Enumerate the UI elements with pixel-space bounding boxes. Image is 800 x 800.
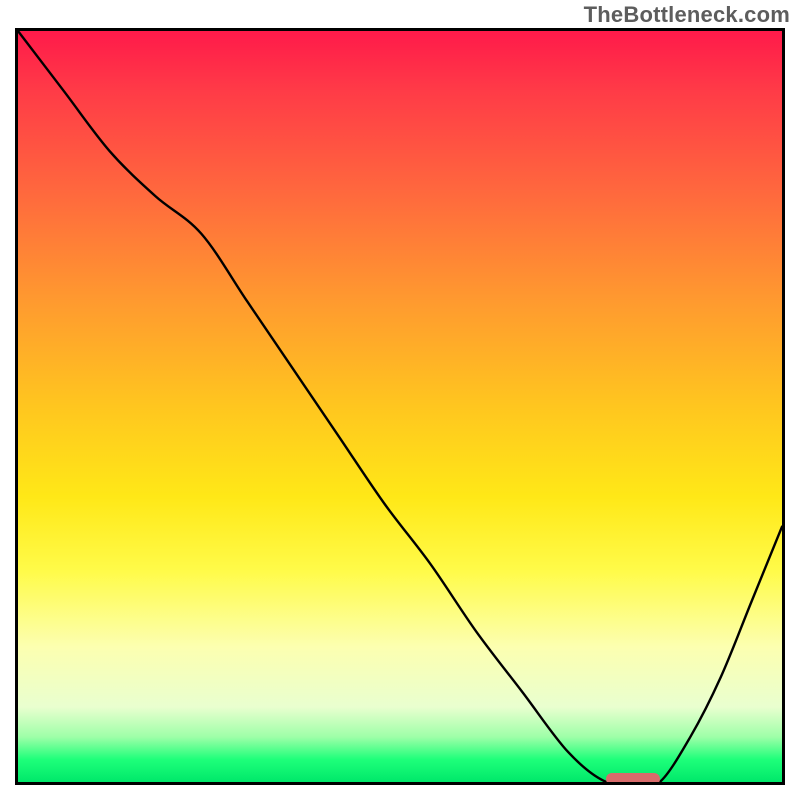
watermark-text: TheBottleneck.com	[584, 2, 790, 28]
bottleneck-curve	[18, 31, 782, 782]
chart-container: TheBottleneck.com	[0, 0, 800, 800]
chart-frame	[15, 28, 785, 785]
optimal-range-marker	[606, 773, 659, 785]
